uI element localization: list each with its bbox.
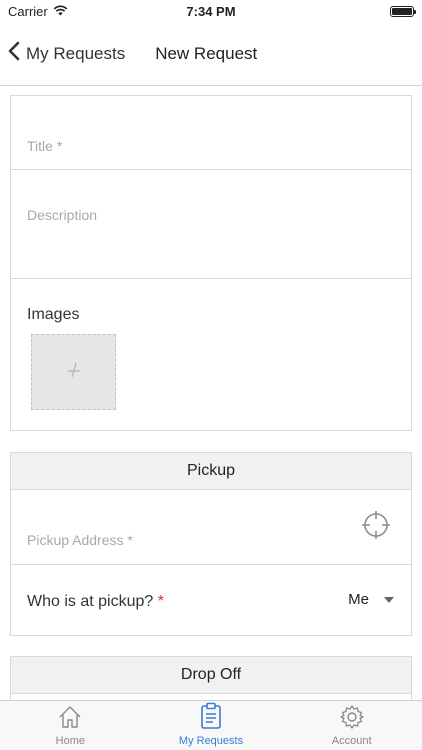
tab-home-label: Home [55, 735, 85, 747]
tab-my-requests[interactable]: My Requests [141, 701, 282, 750]
page-title: New Request [155, 43, 258, 63]
back-button[interactable]: My Requests [0, 41, 125, 66]
gear-icon [339, 704, 365, 735]
pickup-card: Pickup Pickup Address * Who is at pickup… [10, 452, 412, 636]
dropoff-section-header: Drop Off [11, 657, 411, 694]
back-button-label: My Requests [26, 43, 126, 63]
status-bar: Carrier 7:34 PM [0, 0, 422, 22]
pickup-person-label: Who is at pickup? * [27, 593, 164, 611]
title-field[interactable]: Title * [11, 96, 411, 170]
pickup-person-label-text: Who is at pickup? [27, 593, 154, 610]
dropoff-card: Drop Off [10, 656, 412, 700]
description-field[interactable]: Description [11, 170, 411, 279]
pickup-address-placeholder: Pickup Address * [27, 532, 133, 548]
status-left: Carrier [8, 4, 68, 19]
images-field: Images [11, 279, 411, 430]
pickup-person-field[interactable]: Who is at pickup? * Me [11, 565, 411, 635]
request-details-card: Title * Description Images [10, 95, 412, 431]
images-label: Images [27, 306, 80, 323]
tab-home[interactable]: Home [0, 701, 141, 750]
home-icon [57, 704, 83, 735]
caret-down-icon [383, 591, 395, 608]
description-placeholder: Description [27, 207, 98, 223]
chevron-left-icon [8, 41, 26, 66]
crosshair-icon[interactable] [361, 510, 391, 545]
tab-my-requests-label: My Requests [178, 735, 244, 747]
battery-icon [390, 5, 416, 17]
pickup-person-value: Me [348, 591, 369, 608]
image-placeholder-icon [64, 360, 84, 385]
tab-account[interactable]: Account [281, 701, 422, 750]
title-placeholder: Title * [27, 138, 63, 154]
form-content[interactable]: Title * Description Images Pickup Pickup… [0, 86, 422, 700]
carrier-label: Carrier [8, 3, 48, 19]
required-marker: * [157, 593, 164, 610]
navigation-bar: My Requests New Request [0, 22, 422, 86]
tab-bar: Home My Requests Account [0, 700, 422, 750]
pickup-person-select[interactable]: Me [348, 591, 395, 608]
pickup-section-header: Pickup [11, 453, 411, 490]
wifi-icon [53, 4, 68, 19]
add-image-button[interactable] [31, 334, 116, 410]
clipboard-icon [198, 702, 224, 735]
tab-account-label: Account [331, 735, 372, 747]
pickup-address-field[interactable]: Pickup Address * [11, 490, 411, 565]
